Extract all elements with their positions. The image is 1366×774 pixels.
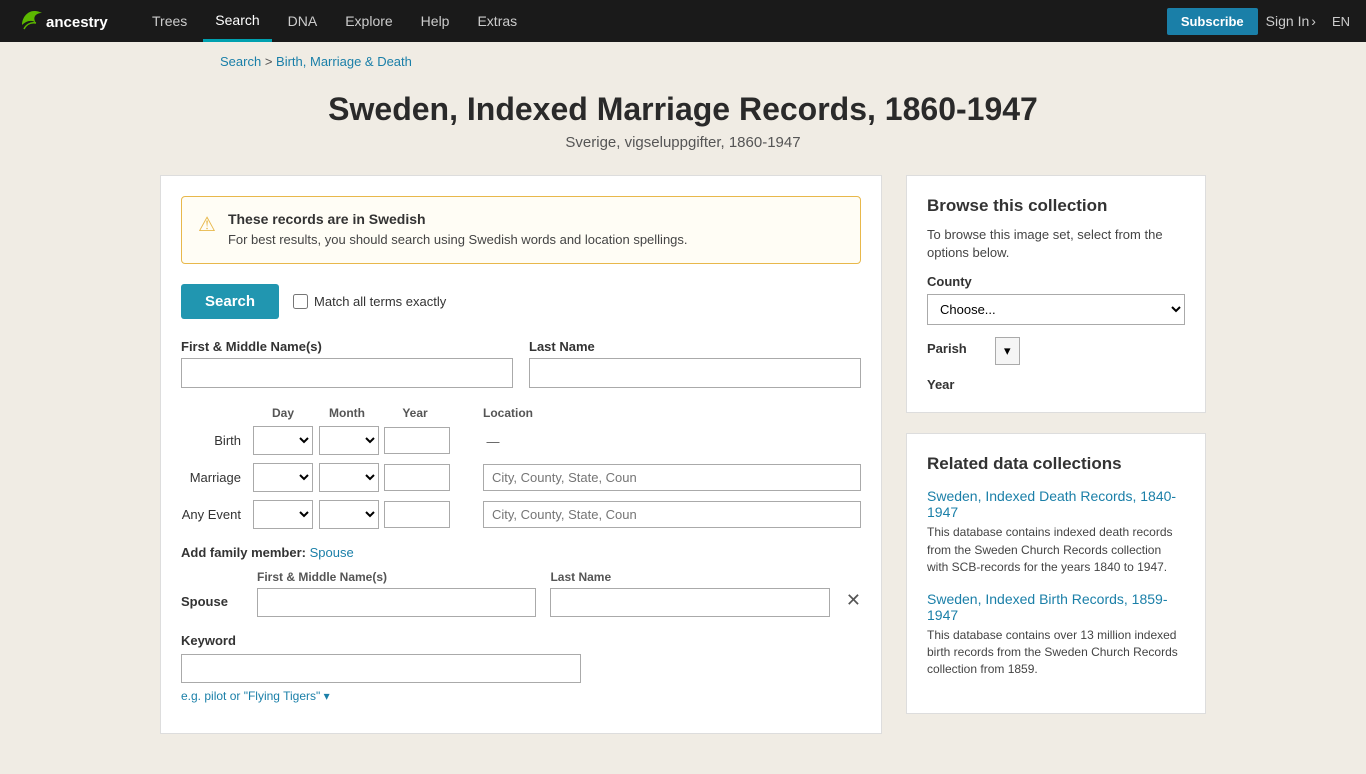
page-title: Sweden, Indexed Marriage Records, 1860-1… <box>0 91 1366 128</box>
browse-description: To browse this image set, select from th… <box>927 226 1185 262</box>
marriage-row: Marriage 123 JanFebMar <box>181 463 861 492</box>
keyword-section: Keyword e.g. pilot or "Flying Tigers" ▾ <box>181 633 861 703</box>
breadcrumb-search[interactable]: Search <box>220 54 261 69</box>
last-name-group: Last Name <box>529 339 861 388</box>
year-header: Year <box>402 406 427 420</box>
subscribe-button[interactable]: Subscribe <box>1167 8 1258 35</box>
spouse-last-field: Last Name <box>550 570 829 617</box>
search-button[interactable]: Search <box>181 284 279 319</box>
county-label: County <box>927 274 1185 289</box>
any-event-row: Any Event 123 JanFebMar <box>181 500 861 529</box>
marriage-day-select[interactable]: 123 <box>253 463 313 492</box>
signin-link[interactable]: Sign In › <box>1266 13 1316 29</box>
any-event-day-select[interactable]: 123 <box>253 500 313 529</box>
nav-extras[interactable]: Extras <box>465 0 529 42</box>
spouse-row: Spouse First & Middle Name(s) Last Name … <box>181 570 861 617</box>
parish-button[interactable]: ▾ <box>995 337 1020 365</box>
related-item-birth: Sweden, Indexed Birth Records, 1859-1947… <box>927 591 1185 679</box>
spouse-first-label: First & Middle Name(s) <box>257 570 536 584</box>
name-fields-row: First & Middle Name(s) Last Name <box>181 339 861 388</box>
breadcrumb: Search > Birth, Marriage & Death <box>0 42 1366 81</box>
nav-help[interactable]: Help <box>409 0 462 42</box>
match-text: Match all terms exactly <box>314 294 446 309</box>
any-event-year-input[interactable] <box>384 501 450 528</box>
nav-explore[interactable]: Explore <box>333 0 404 42</box>
county-select[interactable]: Choose... <box>927 294 1185 325</box>
match-label[interactable]: Match all terms exactly <box>293 294 446 309</box>
spouse-first-input[interactable] <box>257 588 536 617</box>
year-label: Year <box>927 377 1185 392</box>
marriage-month-select[interactable]: JanFebMar <box>319 463 379 492</box>
location-header: Location <box>467 406 533 420</box>
family-member-label: Add family member: Spouse <box>181 545 861 560</box>
breadcrumb-separator: > <box>265 54 276 69</box>
spouse-row-label: Spouse <box>181 594 241 617</box>
keyword-label: Keyword <box>181 633 861 648</box>
alert-icon: ⚠ <box>198 212 216 249</box>
any-event-location-input[interactable] <box>483 501 861 528</box>
birth-month-select[interactable]: JanFebMar <box>319 426 379 455</box>
spouse-fields: First & Middle Name(s) Last Name <box>257 570 830 617</box>
day-header: Day <box>272 406 294 420</box>
marriage-label: Marriage <box>181 470 251 485</box>
birth-location-dash: — <box>483 434 503 449</box>
first-middle-group: First & Middle Name(s) <box>181 339 513 388</box>
related-item-death: Sweden, Indexed Death Records, 1840-1947… <box>927 488 1185 576</box>
svg-text:ancestry: ancestry <box>46 14 108 31</box>
nav-trees[interactable]: Trees <box>140 0 199 42</box>
marriage-location-input[interactable] <box>483 464 861 491</box>
spouse-last-input[interactable] <box>550 588 829 617</box>
nav-search[interactable]: Search <box>203 0 271 42</box>
main-nav: ancestry Trees Search DNA Explore Help E… <box>0 0 1366 42</box>
related-box: Related data collections Sweden, Indexed… <box>906 433 1206 713</box>
page-subtitle: Sverige, vigseluppgifter, 1860-1947 <box>0 134 1366 151</box>
match-checkbox[interactable] <box>293 294 308 309</box>
search-panel: ⚠ These records are in Swedish For best … <box>160 175 882 734</box>
search-actions: Search Match all terms exactly <box>181 284 861 319</box>
family-member-section: Add family member: Spouse Spouse First &… <box>181 545 861 617</box>
alert-title: These records are in Swedish <box>228 211 688 227</box>
marriage-year-input[interactable] <box>384 464 450 491</box>
keyword-hint[interactable]: e.g. pilot or "Flying Tigers" ▾ <box>181 689 861 703</box>
any-event-label: Any Event <box>181 507 251 522</box>
browse-box: Browse this collection To browse this im… <box>906 175 1206 413</box>
related-title: Related data collections <box>927 454 1185 474</box>
related-death-text: This database contains indexed death rec… <box>927 524 1185 576</box>
first-middle-input[interactable] <box>181 358 513 388</box>
month-header: Month <box>329 406 365 420</box>
alert-box: ⚠ These records are in Swedish For best … <box>181 196 861 264</box>
spouse-last-label: Last Name <box>550 570 829 584</box>
spouse-first-field: First & Middle Name(s) <box>257 570 536 617</box>
last-name-label: Last Name <box>529 339 861 354</box>
right-panel: Browse this collection To browse this im… <box>906 175 1206 714</box>
birth-label: Birth <box>181 433 251 448</box>
related-birth-link[interactable]: Sweden, Indexed Birth Records, 1859-1947 <box>927 591 1185 623</box>
site-logo[interactable]: ancestry <box>16 7 126 35</box>
related-death-link[interactable]: Sweden, Indexed Death Records, 1840-1947 <box>927 488 1185 520</box>
browse-title: Browse this collection <box>927 196 1185 216</box>
birth-year-input[interactable] <box>384 427 450 454</box>
date-location-section: Day Month Year Location Birth 123 Ja <box>181 404 861 529</box>
any-event-month-select[interactable]: JanFebMar <box>319 500 379 529</box>
last-name-input[interactable] <box>529 358 861 388</box>
spouse-close-button[interactable]: ✕ <box>846 590 861 617</box>
first-middle-label: First & Middle Name(s) <box>181 339 513 354</box>
keyword-input[interactable] <box>181 654 581 683</box>
language-selector[interactable]: EN <box>1332 14 1350 29</box>
spouse-link[interactable]: Spouse <box>310 545 354 560</box>
birth-row: Birth 123 JanFebMar — <box>181 426 861 455</box>
breadcrumb-current[interactable]: Birth, Marriage & Death <box>276 54 412 69</box>
parish-label: Parish <box>927 341 987 356</box>
page-title-section: Sweden, Indexed Marriage Records, 1860-1… <box>0 81 1366 175</box>
alert-text: For best results, you should search usin… <box>228 231 688 249</box>
nav-dna[interactable]: DNA <box>276 0 330 42</box>
parish-row: Parish ▾ <box>927 337 1185 365</box>
birth-day-select[interactable]: 123 <box>253 426 313 455</box>
date-loc-headers: Day Month Year Location <box>181 404 861 420</box>
related-birth-text: This database contains over 13 million i… <box>927 627 1185 679</box>
